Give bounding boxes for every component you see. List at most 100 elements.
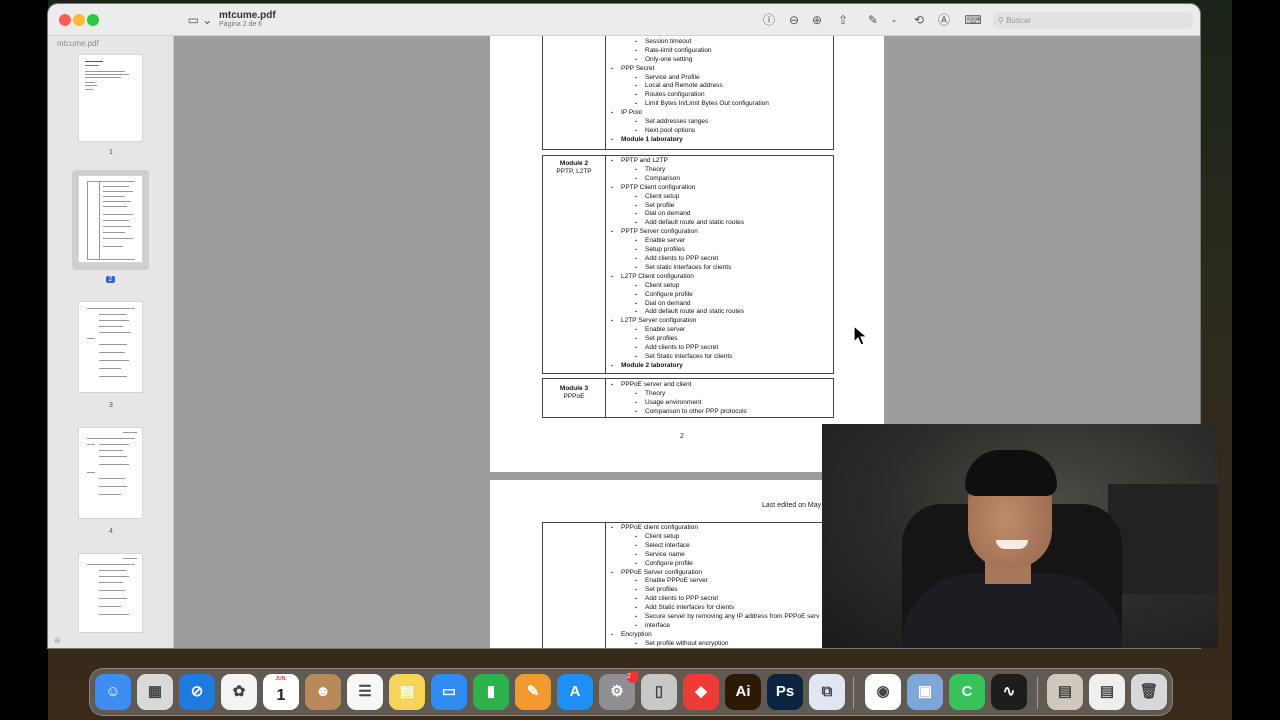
search-icon: ⚲ xyxy=(998,16,1007,25)
module2-title: Module 2 xyxy=(559,160,589,167)
dock-separator xyxy=(853,677,854,709)
outline-subtopic: Secure server by removing any IP address… xyxy=(609,613,819,622)
outline-topic: L2TP Server configuration xyxy=(609,317,744,326)
outline-subtopic: Enable server xyxy=(609,326,744,335)
dock-chrome-icon[interactable]: ◉ xyxy=(865,674,901,710)
page-indicator: Página 2 de 6 xyxy=(219,21,263,28)
module3-table-cell: Module 3 PPPoE PPPoE server and clientTh… xyxy=(542,378,834,418)
dock-illustrator-icon[interactable]: Ai xyxy=(725,674,761,710)
page-number-2: 2 xyxy=(106,276,115,283)
outline-subtopic: Set profile xyxy=(609,202,744,211)
outline-topic: L2TP Client configuration xyxy=(609,273,744,282)
search-field[interactable]: ⚲ Buscar xyxy=(993,12,1193,29)
outline-subtopic: Client setup xyxy=(609,533,819,542)
page-thumbnail-2[interactable] xyxy=(78,175,143,263)
outline-subtopic: Set static interfaces for clients xyxy=(609,264,744,273)
dock-recent-document-icon[interactable]: ▤ xyxy=(1089,674,1125,710)
notification-badge: 2 xyxy=(627,671,639,683)
zoom-out-icon[interactable]: ⊖ xyxy=(785,10,803,30)
dock-safari-icon[interactable]: ⊘ xyxy=(179,674,215,710)
module3-subtitle: PPPoE xyxy=(563,393,585,400)
outline-subtopic: Service name xyxy=(609,551,819,560)
dock-anydesk-icon[interactable]: ◆ xyxy=(683,674,719,710)
minimize-button[interactable] xyxy=(73,14,85,26)
markup-chevron-down-icon[interactable]: ⌄ xyxy=(888,10,900,30)
dock-calendar-icon[interactable]: JUN. 1 xyxy=(263,674,299,710)
outline-subtopic: interface xyxy=(609,622,819,631)
dock-photos-icon[interactable]: ✿ xyxy=(221,674,257,710)
outline-topic: IP Pool xyxy=(609,109,769,118)
dock-contacts-icon[interactable]: ☻ xyxy=(305,674,341,710)
sidebar-title: mtcume.pdf xyxy=(57,39,99,48)
module2-table-cell: Module 2 PPTP, L2TP PPTP and L2TPTheoryC… xyxy=(542,155,834,374)
outline-subtopic: Service and Profile xyxy=(609,74,769,83)
outline-subtopic: Session timeout xyxy=(609,38,769,47)
dock-launchpad-icon[interactable]: ▦ xyxy=(137,674,173,710)
close-button[interactable] xyxy=(59,14,71,26)
sidebar-options-icon[interactable]: ⊕ xyxy=(54,636,61,645)
page-thumbnail-3[interactable] xyxy=(78,301,143,393)
dock-facetime-icon[interactable]: C xyxy=(949,674,985,710)
column-divider xyxy=(605,523,606,648)
dock-notes-icon[interactable]: ▤ xyxy=(389,674,425,710)
page-thumbnail-5[interactable] xyxy=(78,553,143,633)
outline-topic: Module 1 laboratory xyxy=(609,136,769,145)
column-divider xyxy=(605,36,606,149)
outline-subtopic: Add default route and static routes xyxy=(609,308,744,317)
outline-subtopic: Enable server xyxy=(609,237,744,246)
markup-pen-icon[interactable]: ✎ xyxy=(864,10,882,30)
dock-iphone-mirroring-icon[interactable]: ▯ xyxy=(641,674,677,710)
dock-pages-icon[interactable]: ✎ xyxy=(515,674,551,710)
dock-photoshop-icon[interactable]: Ps xyxy=(767,674,803,710)
info-icon[interactable]: ⓘ xyxy=(760,10,778,30)
document-title: mtcume.pdf xyxy=(219,10,276,21)
outline-topic: PPPoE client configuration xyxy=(609,524,819,533)
module2-subtitle: PPTP, L2TP xyxy=(556,168,592,175)
outline-topic: Module 2 laboratory xyxy=(609,362,744,371)
outline-subtopic: Comparison to other PPP protocols xyxy=(609,408,747,417)
dock-keynote-icon[interactable]: ▭ xyxy=(431,674,467,710)
highlight-icon[interactable]: Ⓐ xyxy=(935,10,953,30)
webcam-overlay xyxy=(822,424,1218,648)
zoom-in-icon[interactable]: ⊕ xyxy=(808,10,826,30)
sidebar-toggle-icon[interactable]: ▭ ⌄ xyxy=(186,10,214,30)
outline-subtopic: Theory xyxy=(609,390,747,399)
outline-subtopic: Add clients to PPP secret xyxy=(609,255,744,264)
dock-activity-monitor-icon[interactable]: ∿ xyxy=(991,674,1027,710)
dock-remote-desktop-icon[interactable]: ⧉ xyxy=(809,674,845,710)
dock-preview-icon[interactable]: ▣ xyxy=(907,674,943,710)
page3-items: PPPoE client configurationClient setup Se… xyxy=(609,524,819,648)
fullscreen-button[interactable] xyxy=(87,14,99,26)
dock-trash-icon[interactable]: 🗑 xyxy=(1131,674,1167,710)
last-edited-header: Last edited on May xyxy=(762,502,822,509)
form-fill-icon[interactable]: ⌨ xyxy=(963,10,983,30)
outline-topic: PPTP and L2TP xyxy=(609,157,744,166)
dock-recent-screenshot-icon[interactable]: ▤ xyxy=(1047,674,1083,710)
page-number-3: 3 xyxy=(109,402,113,409)
outline-subtopic: Comparison xyxy=(609,175,744,184)
dock-app-store-icon[interactable]: A xyxy=(557,674,593,710)
dock-reminders-icon[interactable]: ☰ xyxy=(347,674,383,710)
outline-subtopic: Limit Bytes In/Limit Bytes Out configura… xyxy=(609,100,769,109)
dock-finder-icon[interactable]: ☺ xyxy=(95,674,131,710)
desktop: ▭ ⌄ mtcume.pdf Página 2 de 6 ⓘ ⊖ ⊕ ⇧ ✎ ⌄… xyxy=(0,0,1280,720)
page-thumbnail-4[interactable] xyxy=(78,427,143,519)
outline-subtopic: Set profile without encryption xyxy=(609,640,819,648)
page-footer-number: 2 xyxy=(680,433,684,440)
letterbox-right xyxy=(1232,0,1280,720)
outline-subtopic: Local and Remote address xyxy=(609,82,769,91)
dock-numbers-icon[interactable]: ▮ xyxy=(473,674,509,710)
rotate-icon[interactable]: ⟲ xyxy=(910,10,928,30)
outline-subtopic: Only-one setting xyxy=(609,56,769,65)
title-bar[interactable]: ▭ ⌄ mtcume.pdf Página 2 de 6 ⓘ ⊖ ⊕ ⇧ ✎ ⌄… xyxy=(48,4,1200,36)
dock-separator xyxy=(1037,677,1038,709)
outline-subtopic: Dial on demand xyxy=(609,300,744,309)
page-thumbnail-1[interactable] xyxy=(78,54,143,142)
webcam-person-hair xyxy=(965,450,1057,496)
outline-subtopic: Client setup xyxy=(609,193,744,202)
outline-topic: PPPoE Server configuration xyxy=(609,569,819,578)
outline-subtopic: Enable PPPoE server xyxy=(609,577,819,586)
outline-subtopic: Add Static interfaces for clients xyxy=(609,604,819,613)
module1-table-cell: Use encryptionSession timeoutRate-limit … xyxy=(542,36,834,150)
share-icon[interactable]: ⇧ xyxy=(834,10,852,30)
